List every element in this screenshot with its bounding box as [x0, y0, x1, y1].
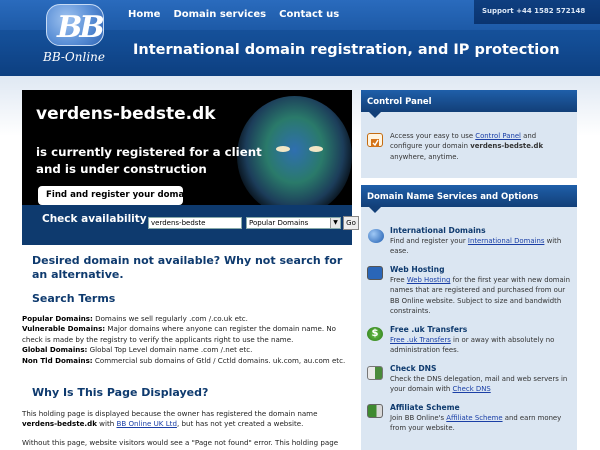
service-title-dns[interactable]: Check DNS	[390, 364, 436, 373]
nav-home[interactable]: Home	[128, 9, 160, 20]
why-heading: Why Is This Page Displayed?	[32, 386, 209, 399]
service-title-affiliate[interactable]: Affiliate Scheme	[390, 403, 460, 412]
hero-line-1: is currently registered for a client	[36, 145, 262, 159]
support-phone: Support +44 1582 572148	[474, 0, 600, 24]
logo-text: BB-Online	[43, 50, 105, 64]
affiliate-scheme-link[interactable]: Affiliate Scheme	[446, 414, 502, 422]
check-dns-link[interactable]: Check DNS	[453, 385, 491, 393]
services-heading: Domain Name Services and Options	[361, 185, 577, 213]
bb-online-uk-link[interactable]: BB Online UK Ltd	[116, 419, 176, 428]
bb-online-logo[interactable]: BB BB-Online	[40, 4, 110, 70]
logo-badge: BB	[46, 4, 105, 46]
uk-transfers-link[interactable]: Free .uk Transfers	[390, 336, 451, 344]
eye-right	[309, 146, 323, 152]
service-text-transfers: Free .uk Transfers in or away with absol…	[390, 336, 555, 355]
availability-label: Check availability	[42, 213, 147, 225]
control-panel-heading: Control Panel	[361, 90, 577, 118]
alternative-heading: Desired domain not available? Why not se…	[32, 254, 343, 281]
domain-search-input[interactable]	[148, 217, 242, 229]
control-panel-icon	[367, 133, 383, 147]
term-vulnerable: Vulnerable Domains: Major domains where …	[22, 324, 337, 344]
why-domain: verdens-bedste.dk	[22, 419, 97, 429]
nav-domain-services[interactable]: Domain services	[173, 9, 266, 20]
service-text-affiliate: Join BB Online's Affiliate Scheme and ea…	[390, 414, 562, 433]
why-paragraph-2: Without this page, website visitors woul…	[22, 438, 339, 447]
delivery-van-icon	[367, 404, 383, 418]
web-hosting-link[interactable]: Web Hosting	[407, 276, 451, 284]
service-title-hosting[interactable]: Web Hosting	[390, 265, 445, 274]
hero-line-2: and is under construction	[36, 162, 207, 176]
term-global: Global Domains: Global Top Level domain …	[22, 345, 253, 355]
international-domains-link[interactable]: International Domains	[468, 237, 545, 245]
search-terms-heading: Search Terms	[32, 292, 116, 305]
control-panel-link[interactable]: Control Panel	[475, 132, 521, 140]
service-text-international: Find and register your International Dom…	[390, 237, 562, 256]
go-button[interactable]: Go	[343, 216, 359, 230]
term-non-tld: Non Tld Domains: Commercial sub domains …	[22, 355, 346, 365]
domain-type-select[interactable]: Popular Domains ▼	[246, 217, 341, 229]
find-register-button[interactable]: Find and register your domain	[38, 186, 193, 205]
nav-contact-us[interactable]: Contact us	[279, 9, 339, 20]
service-text-dns: Check the DNS delegation, mail and web s…	[390, 375, 568, 394]
service-title-transfers[interactable]: Free .uk Transfers	[390, 325, 467, 334]
money-bag-icon: $	[367, 327, 383, 341]
why-paragraph-1: This holding page is displayed because t…	[22, 409, 318, 429]
search-terms-list: Popular Domains: Domains we sell regular…	[22, 314, 352, 366]
truck-icon	[367, 366, 383, 380]
globe-icon	[368, 229, 384, 243]
domain-type-value: Popular Domains	[249, 219, 309, 227]
hero-domain: verdens-bedste.dk	[36, 104, 216, 124]
control-panel-text: Access your easy to use Control Panel an…	[390, 132, 544, 161]
eye-left	[276, 146, 290, 152]
term-popular: Popular Domains: Domains we sell regular…	[22, 314, 248, 323]
chevron-down-icon: ▼	[330, 218, 340, 228]
site-header: BB BB-Online Home Domain services Contac…	[0, 0, 600, 76]
service-text-hosting: Free Web Hosting for the first year with…	[390, 276, 570, 316]
site-tagline: International domain registration, and I…	[133, 42, 560, 58]
main-nav: Home Domain services Contact us	[128, 9, 352, 20]
service-title-international[interactable]: International Domains	[390, 226, 486, 235]
monitor-icon	[367, 266, 383, 280]
